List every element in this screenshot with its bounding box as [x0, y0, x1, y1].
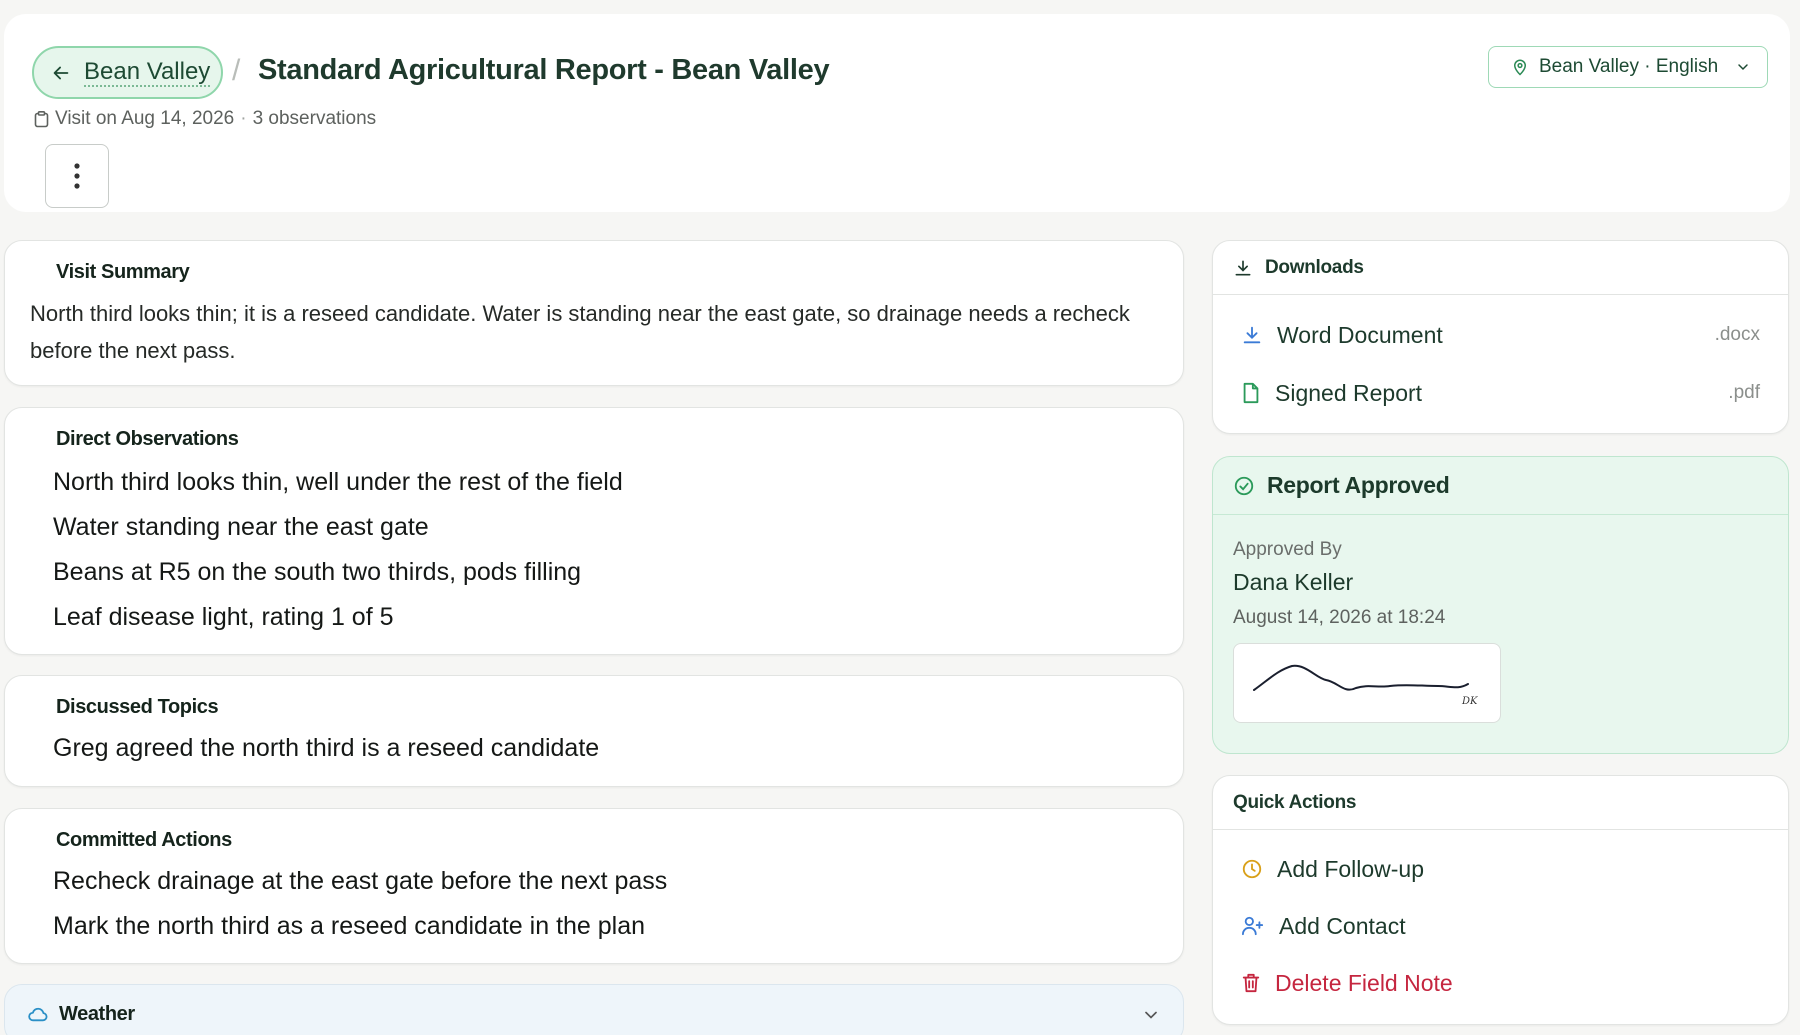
chevron-down-icon	[1738, 64, 1748, 71]
list-item: Mark the north third as a reseed candida…	[53, 912, 646, 940]
approved-header: Report Approved	[1213, 457, 1788, 515]
visit-summary-title: Visit Summary	[56, 261, 190, 283]
downloads-card: Downloads Word Document .docx Signed Rep…	[1212, 240, 1789, 434]
check-circle-icon	[1234, 476, 1254, 495]
trash-icon	[1242, 973, 1260, 993]
list-item: Water standing near the east gate	[53, 513, 429, 541]
file-icon	[1243, 382, 1259, 404]
locale-label: Bean Valley · English	[1539, 56, 1719, 77]
approval-date: August 14, 2026 at 18:24	[1233, 607, 1446, 628]
clipboard-icon	[34, 110, 49, 127]
visit-meta: Visit on Aug 14, 2026 · 3 observations	[34, 108, 376, 130]
delete-field-note-button[interactable]: Delete Field Note	[1241, 963, 1760, 1003]
more-options-button[interactable]	[45, 144, 109, 208]
approver-name: Dana Keller	[1233, 569, 1354, 595]
user-plus-icon	[1241, 916, 1264, 936]
back-button-label: Bean Valley	[84, 57, 211, 87]
discussed-topics-title: Discussed Topics	[56, 696, 219, 718]
add-follow-up-label: Add Follow-up	[1277, 855, 1425, 882]
delete-field-note-label: Delete Field Note	[1275, 969, 1453, 996]
quick-actions-card: Quick Actions Add Follow-up Add Contact …	[1212, 775, 1789, 1025]
observations-list: North third looks thin, well under the r…	[53, 460, 623, 640]
download-icon	[1243, 326, 1261, 344]
direct-observations-card: Direct Observations North third looks th…	[4, 407, 1184, 655]
chevron-down-icon	[1145, 1011, 1157, 1019]
map-pin-icon	[1513, 59, 1527, 76]
list-item: North third looks thin, well under the r…	[53, 468, 623, 496]
weather-section-toggle[interactable]: Weather	[4, 984, 1184, 1035]
add-follow-up-button[interactable]: Add Follow-up	[1241, 849, 1760, 889]
add-contact-label: Add Contact	[1279, 912, 1406, 939]
download-signed-report[interactable]: Signed Report .pdf	[1241, 373, 1760, 413]
download-icon	[1235, 260, 1251, 275]
list-item: Recheck drainage at the east gate before…	[53, 867, 668, 895]
back-button[interactable]: Bean Valley	[32, 46, 223, 99]
download-label: Word Document	[1277, 321, 1443, 348]
discussed-topics-card: Discussed Topics Greg agreed the north t…	[4, 675, 1184, 787]
file-extension: .docx	[1714, 324, 1760, 345]
list-item: Greg agreed the north third is a reseed …	[53, 734, 600, 762]
actions-list: Recheck drainage at the east gate before…	[53, 859, 667, 949]
approved-title: Report Approved	[1267, 472, 1450, 498]
add-contact-button[interactable]: Add Contact	[1241, 906, 1760, 946]
meta-separator: ·	[240, 108, 247, 129]
arrow-left-icon	[53, 66, 69, 79]
download-word-document[interactable]: Word Document .docx	[1241, 315, 1760, 355]
committed-actions-card: Committed Actions Recheck drainage at th…	[4, 808, 1184, 964]
report-approved-card: Report Approved Approved By Dana Keller …	[1212, 456, 1789, 754]
downloads-header: Downloads	[1213, 241, 1788, 295]
weather-title: Weather	[59, 1002, 135, 1025]
committed-actions-title: Committed Actions	[56, 829, 232, 851]
locale-selector[interactable]: Bean Valley · English	[1488, 46, 1768, 88]
file-extension: .pdf	[1728, 382, 1760, 403]
approved-by-label: Approved By	[1233, 539, 1342, 560]
breadcrumb-separator: /	[232, 54, 241, 87]
kebab-menu-icon	[74, 163, 80, 189]
direct-observations-title: Direct Observations	[56, 428, 239, 450]
visit-summary-card: Visit Summary North third looks thin; it…	[4, 240, 1184, 386]
report-header: Bean Valley / Standard Agricultural Repo…	[4, 14, 1790, 212]
cloud-icon	[28, 1007, 48, 1022]
list-item: Beans at R5 on the south two thirds, pod…	[53, 558, 582, 586]
visit-summary-text: North third looks thin; it is a reseed c…	[30, 301, 1130, 363]
quick-actions-title: Quick Actions	[1233, 791, 1357, 813]
page-title: Standard Agricultural Report - Bean Vall…	[258, 54, 830, 86]
download-label: Signed Report	[1275, 379, 1423, 406]
observations-count: 3 observations	[252, 108, 377, 129]
signature-image: DK	[1233, 643, 1501, 723]
topics-list: Greg agreed the north third is a reseed …	[53, 726, 599, 771]
visit-date: Visit on Aug 14, 2026	[55, 108, 235, 129]
downloads-title: Downloads	[1265, 256, 1364, 278]
list-item: Leaf disease light, rating 1 of 5	[53, 603, 394, 631]
clock-icon	[1242, 859, 1262, 879]
quick-actions-header: Quick Actions	[1213, 776, 1788, 830]
signature-initials: DK	[1461, 696, 1478, 707]
